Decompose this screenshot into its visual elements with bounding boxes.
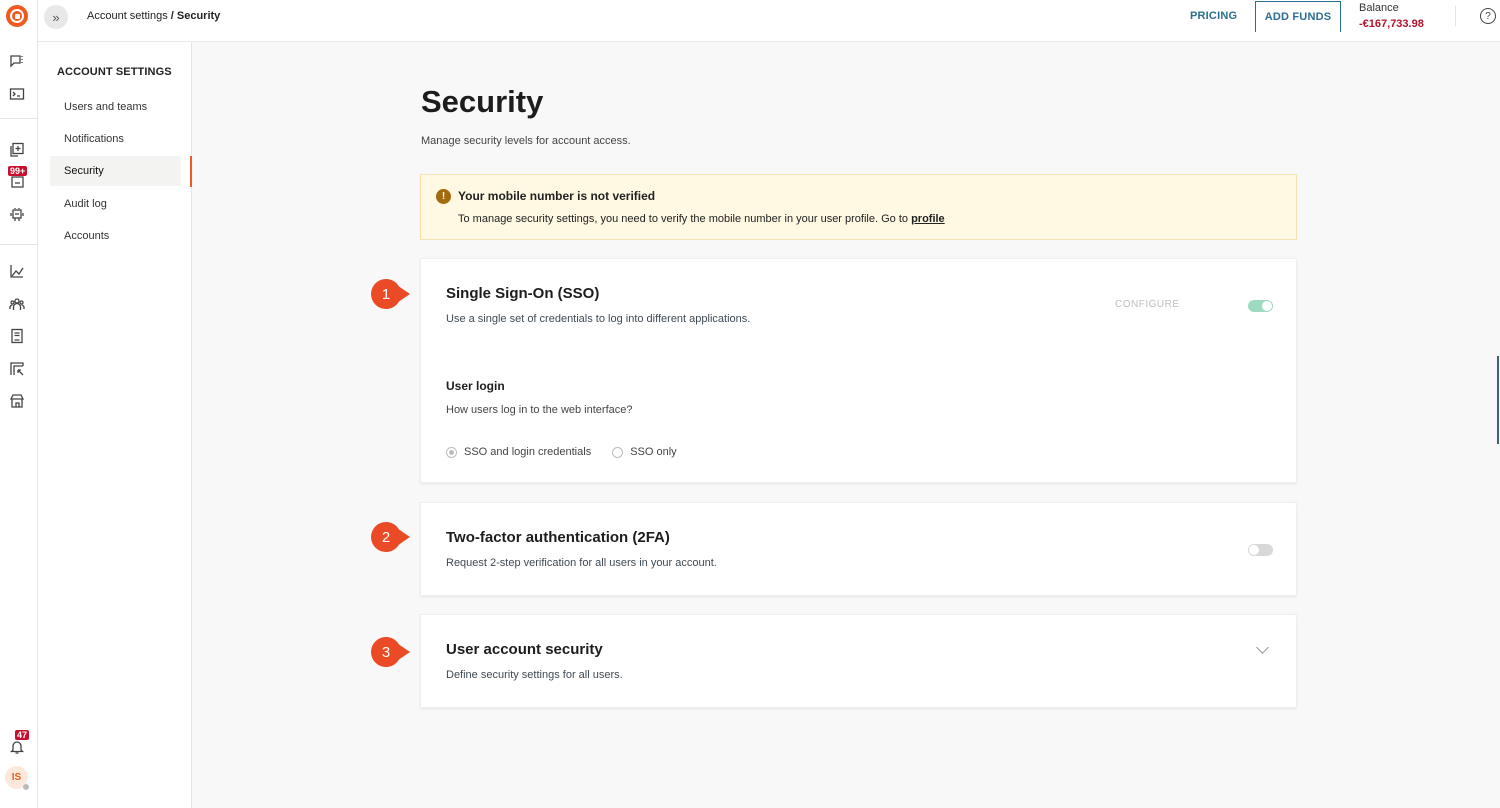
bell-icon[interactable]	[8, 738, 26, 756]
profile-link[interactable]: profile	[911, 213, 945, 225]
nav-heading: ACCOUNT SETTINGS	[57, 66, 172, 78]
breadcrumb-separator: /	[167, 10, 177, 22]
presence-indicator	[23, 784, 29, 790]
twofa-card: Two-factor authentication (2FA) Request …	[420, 502, 1297, 596]
nav-item-accounts[interactable]: Accounts	[50, 221, 181, 251]
sso-card: Single Sign-On (SSO) Use a single set of…	[420, 258, 1297, 483]
catalog-badge: 99+	[8, 166, 28, 176]
sso-description: Use a single set of credentials to log i…	[446, 313, 751, 325]
nav-item-notifications[interactable]: Notifications	[50, 124, 181, 154]
document-icon[interactable]	[8, 327, 26, 345]
top-bar: » Account settings / Security PRICING AD…	[38, 0, 1500, 42]
nav-item-audit-log[interactable]: Audit log	[50, 189, 181, 219]
active-indicator	[190, 156, 192, 187]
balance-value: -€167,733.98	[1359, 18, 1424, 30]
sso-title: Single Sign-On (SSO)	[446, 285, 600, 302]
nav-item-security[interactable]: Security	[50, 156, 181, 186]
balance-label: Balance	[1359, 2, 1399, 14]
alert-body: To manage security settings, you need to…	[458, 213, 945, 225]
user-security-title: User account security	[446, 641, 603, 658]
robot-icon[interactable]	[8, 205, 26, 223]
account-settings-nav: ACCOUNT SETTINGS Users and teams Notific…	[38, 42, 192, 808]
expand-sidebar-button[interactable]: »	[44, 5, 68, 29]
user-login-question: How users log in to the web interface?	[446, 404, 633, 416]
radio-sso-and-credentials[interactable]: SSO and login credentials	[446, 446, 591, 458]
configure-button[interactable]: CONFIGURE	[1115, 299, 1180, 310]
user-login-title: User login	[446, 379, 505, 393]
radio-button-checked[interactable]	[446, 446, 457, 458]
alert-body-text: To manage security settings, you need to…	[458, 213, 912, 225]
rail-divider	[0, 118, 38, 119]
radio-label: SSO only	[630, 446, 677, 458]
step-number: 1	[382, 286, 390, 303]
chevron-down-icon[interactable]	[1256, 641, 1269, 654]
users-icon[interactable]	[8, 295, 26, 313]
warning-icon: !	[436, 189, 451, 204]
step-number: 2	[382, 529, 390, 546]
chat-icon[interactable]	[8, 52, 26, 70]
topbar-divider	[1455, 6, 1456, 26]
radio-button[interactable]	[612, 446, 624, 458]
user-account-security-card[interactable]: User account security Define security se…	[420, 614, 1297, 708]
step-marker-2: 2	[371, 522, 410, 552]
twofa-title: Two-factor authentication (2FA)	[446, 529, 670, 546]
breadcrumb-parent[interactable]: Account settings	[87, 10, 168, 22]
add-funds-button[interactable]: ADD FUNDS	[1255, 1, 1341, 32]
page-title: Security	[421, 84, 544, 119]
sso-toggle[interactable]	[1248, 300, 1273, 312]
rail-divider	[0, 244, 38, 245]
double-chevron-right-icon: »	[52, 9, 60, 25]
scrollbar[interactable]	[1497, 356, 1499, 444]
store-icon[interactable]	[8, 392, 26, 410]
orbit-logo[interactable]	[6, 5, 28, 27]
breadcrumb: Account settings / Security	[87, 10, 220, 22]
nav-item-users-and-teams[interactable]: Users and teams	[50, 92, 181, 122]
alert-title: Your mobile number is not verified	[458, 189, 656, 203]
twofa-description: Request 2-step verification for all user…	[446, 557, 717, 569]
user-login-options: SSO and login credentials SSO only	[446, 446, 698, 458]
pricing-link[interactable]: PRICING	[1190, 10, 1237, 22]
radio-sso-only[interactable]: SSO only	[612, 446, 677, 458]
icon-rail: 99+ 47 IS	[0, 0, 38, 808]
report-icon[interactable]	[8, 360, 26, 378]
mobile-not-verified-alert: ! Your mobile number is not verified To …	[420, 174, 1297, 240]
step-marker-3: 3	[371, 637, 410, 667]
notifications-badge: 47	[15, 730, 30, 740]
breadcrumb-current: Security	[176, 10, 221, 22]
user-security-description: Define security settings for all users.	[446, 669, 623, 681]
add-comment-icon[interactable]	[8, 141, 26, 159]
terminal-icon[interactable]	[8, 85, 26, 103]
step-marker-1: 1	[371, 279, 410, 309]
radio-label: SSO and login credentials	[464, 446, 592, 458]
analytics-icon[interactable]	[8, 262, 26, 280]
page-subtitle: Manage security levels for account acces…	[421, 135, 631, 147]
step-number: 3	[382, 644, 390, 661]
twofa-toggle[interactable]	[1248, 544, 1273, 556]
help-icon[interactable]: ?	[1480, 8, 1496, 24]
